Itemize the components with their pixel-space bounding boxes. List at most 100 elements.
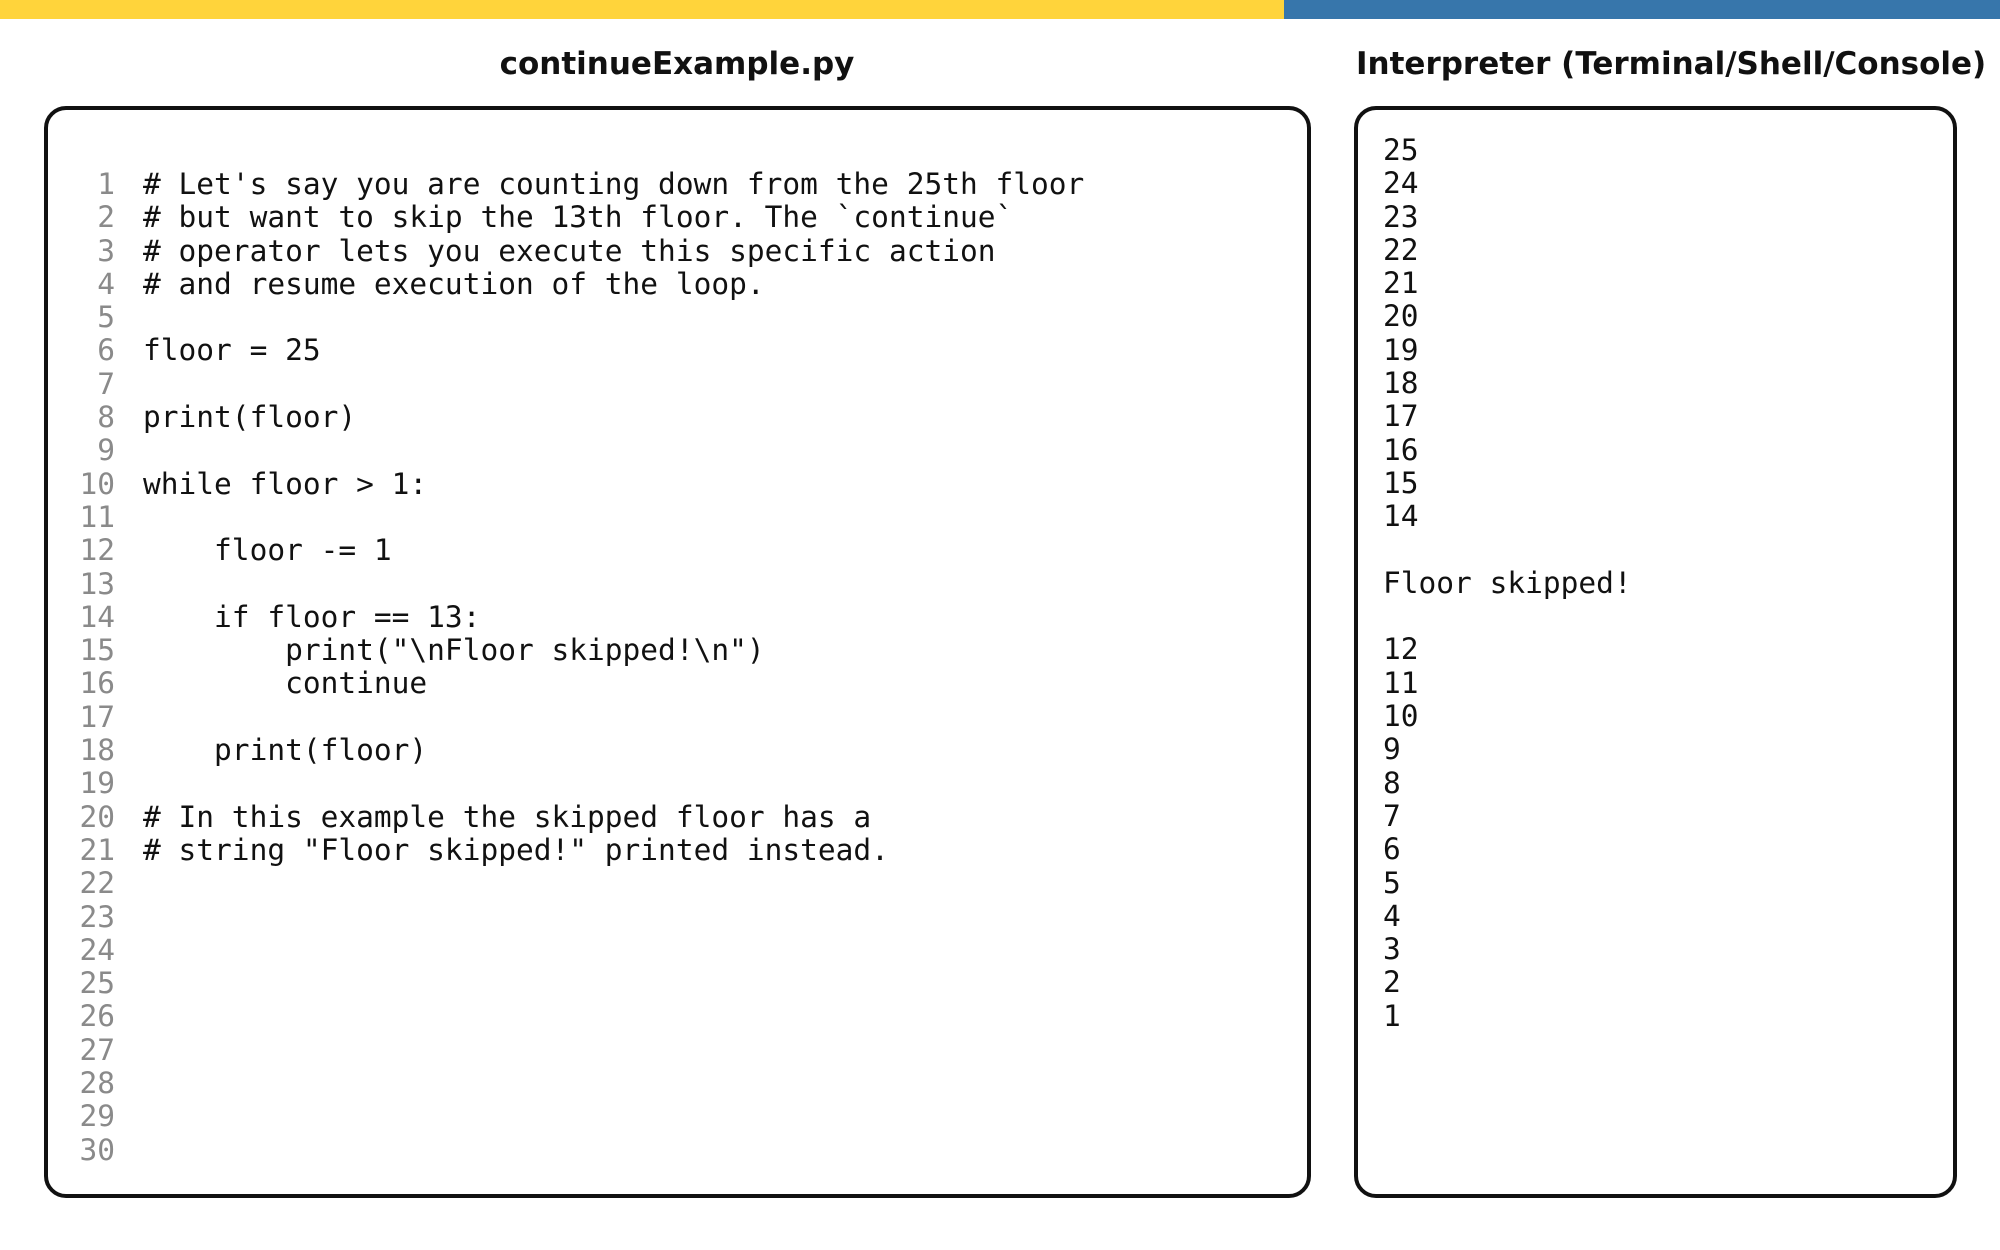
code-text[interactable]	[115, 434, 143, 467]
terminal-line: 6	[1383, 832, 1401, 867]
code-text[interactable]	[115, 301, 143, 334]
terminal-line: 21	[1383, 266, 1419, 301]
code-text[interactable]	[115, 1100, 143, 1133]
terminal-title: Interpreter (Terminal/Shell/Console)	[1356, 46, 1987, 82]
code-text[interactable]: print(floor)	[115, 400, 356, 434]
code-text[interactable]: # string "Floor skipped!" printed instea…	[115, 833, 889, 867]
terminal-line: 14	[1383, 499, 1419, 534]
line-number: 12	[79, 533, 115, 568]
code-line[interactable]: 9	[48, 434, 1084, 468]
code-text[interactable]	[115, 767, 143, 800]
code-text[interactable]	[115, 1067, 143, 1100]
code-text[interactable]: # but want to skip the 13th floor. The `…	[115, 200, 1013, 234]
code-text[interactable]	[115, 501, 143, 534]
code-text[interactable]	[115, 867, 143, 900]
line-number: 6	[97, 333, 115, 368]
line-number: 2	[97, 200, 115, 235]
code-line[interactable]: 21 # string "Floor skipped!" printed inst…	[48, 832, 1084, 867]
terminal-line: 18	[1383, 366, 1419, 401]
code-line[interactable]: 12 floor -= 1	[48, 533, 1084, 568]
code-line[interactable]: 30	[48, 1132, 1084, 1167]
code-text[interactable]	[115, 368, 143, 401]
code-line[interactable]: 15 print("\nFloor skipped!\n")	[48, 633, 1084, 667]
code-line[interactable]: 11	[48, 499, 1084, 534]
code-line[interactable]: 8 print(floor)	[48, 400, 1084, 435]
code-text[interactable]: # operator lets you execute this specifi…	[115, 234, 996, 268]
code-line[interactable]: 7	[48, 367, 1084, 401]
editor-title: continueExample.py	[499, 46, 855, 82]
code-text[interactable]	[115, 1134, 143, 1167]
code-text[interactable]: print("\nFloor skipped!\n")	[115, 633, 765, 667]
code-editor-panel[interactable]: 1 # Let's say you are counting down from …	[44, 106, 1311, 1198]
terminal-line: 17	[1383, 399, 1419, 434]
code-line[interactable]: 16 continue	[48, 666, 1084, 701]
code-line[interactable]: 18 print(floor)	[48, 733, 1084, 768]
code-text[interactable]: # In this example the skipped floor has …	[115, 800, 871, 834]
line-number: 17	[79, 699, 115, 734]
code-line[interactable]: 2 # but want to skip the 13th floor. The …	[48, 200, 1084, 235]
code-line[interactable]: 29	[48, 1100, 1084, 1134]
terminal-line: 4	[1383, 898, 1401, 933]
code-text[interactable]: while floor > 1:	[115, 467, 427, 501]
code-line[interactable]: 1 # Let's say you are counting down from …	[48, 167, 1084, 201]
terminal-line: 16	[1383, 432, 1419, 467]
code-line[interactable]: 26	[48, 999, 1084, 1034]
line-number: 16	[79, 666, 115, 701]
terminal-line: 8	[1383, 765, 1401, 800]
code-text[interactable]: if floor == 13:	[115, 600, 480, 634]
terminal-panel[interactable]: 25 24 23 22 21 20 19 18 17 16 15 14 Floor skipped! 12…	[1354, 106, 1957, 1198]
code-text[interactable]	[115, 967, 143, 1000]
terminal-line: 9	[1383, 732, 1401, 767]
code-text[interactable]	[115, 701, 143, 734]
terminal-line: 10	[1383, 699, 1419, 734]
code-line[interactable]: 5	[48, 300, 1084, 334]
code-line[interactable]: 20 # In this example the skipped floor ha…	[48, 799, 1084, 834]
code-line[interactable]: 4 # and resume execution of the loop.	[48, 267, 1084, 301]
code-line[interactable]: 22	[48, 866, 1084, 901]
code-line[interactable]: 6 floor = 25	[48, 333, 1084, 368]
line-number: 22	[79, 866, 115, 901]
code-line[interactable]: 27	[48, 1033, 1084, 1067]
code-line[interactable]: 24	[48, 932, 1084, 967]
line-number: 28	[79, 1066, 115, 1101]
code-line[interactable]: 14 if floor == 13:	[48, 600, 1084, 634]
line-number: 30	[79, 1132, 115, 1167]
terminal-line: 25	[1383, 133, 1419, 167]
line-number: 26	[79, 999, 115, 1034]
code-line[interactable]: 28	[48, 1066, 1084, 1101]
code-line[interactable]: 13	[48, 566, 1084, 601]
code-text[interactable]: print(floor)	[115, 733, 427, 767]
code-line[interactable]: 25	[48, 966, 1084, 1000]
code-text[interactable]	[115, 934, 143, 967]
line-number: 3	[97, 233, 115, 268]
line-number: 13	[79, 566, 115, 601]
code-text[interactable]: floor -= 1	[115, 533, 392, 567]
line-number: 11	[79, 499, 115, 534]
line-number: 8	[97, 400, 115, 435]
code-text[interactable]: # Let's say you are counting down from t…	[115, 167, 1084, 201]
code-text[interactable]: floor = 25	[115, 334, 321, 368]
line-number: 21	[79, 832, 115, 867]
code-text[interactable]: # and resume execution of the loop.	[115, 267, 765, 301]
code-area[interactable]: 1 # Let's say you are counting down from …	[48, 167, 1084, 1167]
line-number: 19	[79, 766, 115, 801]
code-line[interactable]: 3 # operator lets you execute this specif…	[48, 233, 1084, 268]
line-number: 18	[79, 733, 115, 768]
terminal-line: 12	[1383, 632, 1419, 667]
code-text[interactable]	[115, 901, 143, 934]
code-line[interactable]: 10 while floor > 1:	[48, 467, 1084, 501]
terminal-line: 2	[1383, 965, 1401, 1000]
code-text[interactable]: continue	[115, 667, 427, 701]
line-number: 20	[79, 799, 115, 834]
code-line[interactable]: 19	[48, 766, 1084, 801]
code-line[interactable]: 17	[48, 699, 1084, 734]
accent-bar-blue	[1284, 0, 2000, 19]
code-text[interactable]	[115, 1000, 143, 1033]
code-text[interactable]	[115, 1034, 143, 1067]
code-line[interactable]: 23	[48, 900, 1084, 934]
terminal-line: 1	[1383, 998, 1401, 1033]
line-number: 24	[79, 932, 115, 967]
code-text[interactable]	[115, 568, 143, 601]
terminal-line: 24	[1383, 166, 1419, 201]
